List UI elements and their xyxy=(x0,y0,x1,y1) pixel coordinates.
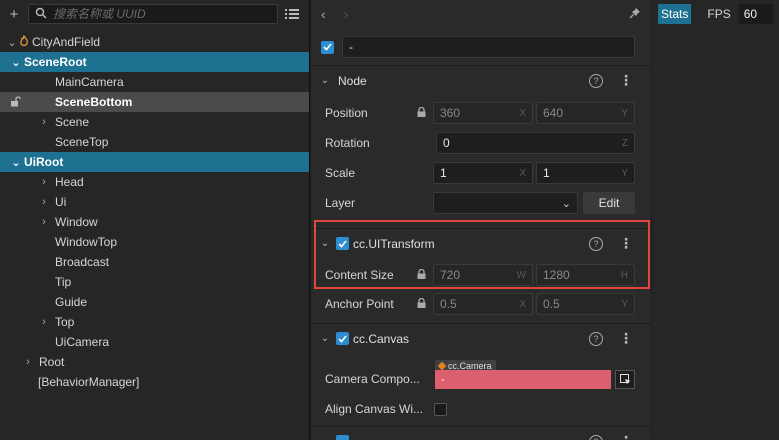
stats-toggle[interactable]: Stats xyxy=(658,4,692,24)
search-input[interactable] xyxy=(53,7,271,21)
collapsed-arrow-icon[interactable]: › xyxy=(38,176,50,188)
list-menu-icon[interactable] xyxy=(282,4,302,24)
tree-node-head[interactable]: › Head xyxy=(0,172,309,192)
position-row: Position 360 X 640 Y xyxy=(311,98,651,128)
anchor-y-input[interactable]: 0.5 Y xyxy=(536,293,635,315)
camera-component-field[interactable]: - xyxy=(435,370,611,389)
expand-arrow-icon[interactable]: ⌄ xyxy=(320,333,330,344)
layer-row: Layer ⌄ Edit xyxy=(311,188,651,218)
help-icon[interactable]: ? xyxy=(589,434,603,440)
tree-node-guide[interactable]: Guide xyxy=(0,292,309,312)
inspector-panel: ‹ › - ⌄ Node ? ⋮ Position 360 X 640 Y Rot xyxy=(311,0,651,440)
anchor-x-input[interactable]: 0.5 X xyxy=(433,293,533,315)
collapsed-arrow-icon[interactable]: › xyxy=(38,116,50,128)
node-section-header[interactable]: ⌄ Node ? ⋮ xyxy=(311,65,651,95)
tree-node-scenebottom[interactable]: SceneBottom xyxy=(0,92,309,112)
node-tree: ⌄ CityAndField ⌄ SceneRoot MainCamera Sc… xyxy=(0,32,309,392)
chevron-down-icon: ⌄ xyxy=(561,197,571,210)
position-y-input[interactable]: 640 Y xyxy=(536,102,635,124)
search-icon xyxy=(35,7,47,22)
tree-node-uiroot[interactable]: ⌄ UiRoot xyxy=(0,152,309,172)
layer-edit-button[interactable]: Edit xyxy=(583,192,635,214)
node-active-checkbox[interactable] xyxy=(321,40,334,54)
component-diamond-icon xyxy=(437,361,447,370)
more-menu-icon[interactable]: ⋮ xyxy=(619,433,633,440)
more-menu-icon[interactable]: ⋮ xyxy=(619,72,633,89)
lock-icon[interactable] xyxy=(417,297,426,311)
tree-node-scenetop[interactable]: SceneTop xyxy=(0,132,309,152)
expand-arrow-icon[interactable]: ⌄ xyxy=(10,56,22,69)
next-section-header[interactable]: ⌄ ? ⋮ xyxy=(311,426,651,440)
tree-node-windowtop[interactable]: WindowTop xyxy=(0,232,309,252)
canvas-section-header[interactable]: ⌄ cc.Canvas ? ⋮ xyxy=(311,323,651,353)
canvas-enabled-checkbox[interactable] xyxy=(336,332,349,345)
inspector-toolbar: ‹ › xyxy=(311,0,651,28)
collapsed-arrow-icon[interactable]: › xyxy=(38,316,50,328)
layer-select[interactable]: ⌄ xyxy=(433,192,578,214)
lock-icon[interactable] xyxy=(417,106,426,120)
tree-node-root[interactable]: › Root xyxy=(0,352,309,372)
collapsed-arrow-icon[interactable]: › xyxy=(38,216,50,228)
highlight-box xyxy=(314,220,650,289)
position-x-input[interactable]: 360 X xyxy=(433,102,533,124)
help-icon[interactable]: ? xyxy=(589,73,603,88)
scale-x-input[interactable]: 1X xyxy=(433,162,533,184)
tree-node-uicamera[interactable]: UiCamera xyxy=(0,332,309,352)
tree-node-maincamera[interactable]: MainCamera xyxy=(0,72,309,92)
tree-node-cityandfield[interactable]: ⌄ CityAndField xyxy=(0,32,309,52)
node-name-row: - xyxy=(311,32,651,62)
expand-arrow-icon[interactable]: ⌄ xyxy=(320,436,330,440)
tree-node-scene[interactable]: › Scene xyxy=(0,112,309,132)
collapsed-arrow-icon[interactable]: › xyxy=(38,196,50,208)
pin-icon[interactable] xyxy=(629,6,641,22)
scene-fire-icon xyxy=(18,34,30,50)
stats-panel: Stats FPS 60 xyxy=(652,0,779,440)
help-icon[interactable]: ? xyxy=(589,331,603,346)
rotation-row: Rotation 0Z xyxy=(311,128,651,158)
align-canvas-row: Align Canvas Wi... xyxy=(311,394,651,424)
stats-bar: Stats FPS 60 xyxy=(652,0,779,28)
fps-label: FPS xyxy=(707,7,731,21)
expand-arrow-icon[interactable]: ⌄ xyxy=(10,156,22,169)
hierarchy-toolbar: + xyxy=(0,0,309,28)
add-node-icon[interactable]: + xyxy=(4,4,24,24)
tree-node-top[interactable]: › Top xyxy=(0,312,309,332)
pick-object-icon[interactable] xyxy=(615,370,635,389)
component-enabled-checkbox[interactable] xyxy=(336,435,349,440)
tree-node-window[interactable]: › Window xyxy=(0,212,309,232)
tree-node-behaviormanager[interactable]: [BehaviorManager] xyxy=(0,372,309,392)
align-canvas-checkbox[interactable] xyxy=(434,402,447,416)
anchor-point-row: Anchor Point 0.5 X 0.5 Y xyxy=(311,289,651,319)
rotation-z-input[interactable]: 0Z xyxy=(436,132,635,154)
scale-y-input[interactable]: 1Y xyxy=(536,162,635,184)
unlock-icon[interactable] xyxy=(10,96,21,110)
forward-arrow-icon[interactable]: › xyxy=(344,6,349,22)
collapsed-arrow-icon[interactable]: › xyxy=(22,356,34,368)
node-name-input[interactable]: - xyxy=(342,36,635,58)
scale-row: Scale 1X 1Y xyxy=(311,158,651,188)
hierarchy-search[interactable] xyxy=(28,4,278,24)
tree-node-sceneroot[interactable]: ⌄ SceneRoot xyxy=(0,52,309,72)
fps-value: 60 xyxy=(738,4,773,24)
tree-node-ui[interactable]: › Ui xyxy=(0,192,309,212)
back-arrow-icon[interactable]: ‹ xyxy=(321,6,326,22)
expand-arrow-icon[interactable]: ⌄ xyxy=(320,75,330,86)
expand-arrow-icon[interactable]: ⌄ xyxy=(6,36,18,49)
more-menu-icon[interactable]: ⋮ xyxy=(619,330,633,347)
tree-node-broadcast[interactable]: Broadcast xyxy=(0,252,309,272)
hierarchy-panel: + ⌄ CityAndField ⌄ SceneRoot MainCamera xyxy=(0,0,310,440)
tree-node-tip[interactable]: Tip xyxy=(0,272,309,292)
